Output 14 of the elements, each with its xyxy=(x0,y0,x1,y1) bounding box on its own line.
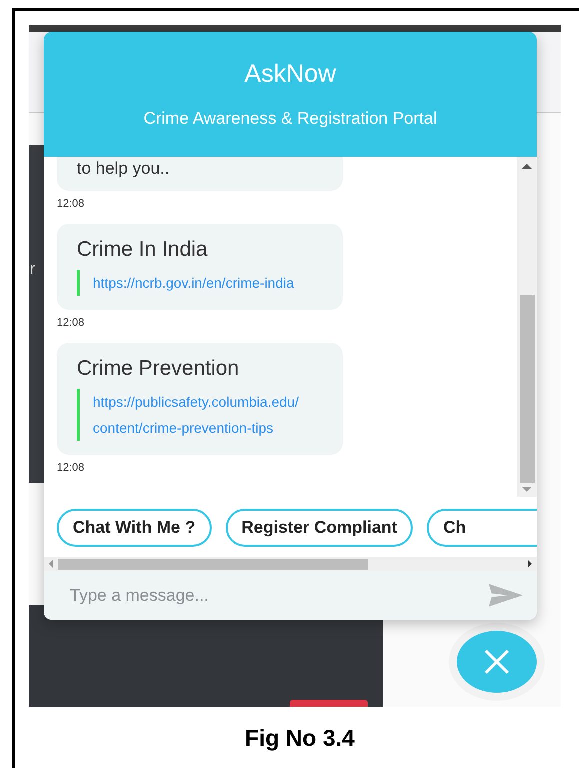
quick-reply-button[interactable]: Register Compliant xyxy=(226,509,414,547)
message-text: to help you.. xyxy=(77,159,170,178)
message-time: 12:08 xyxy=(57,198,86,210)
quick-reply-button[interactable]: Chat With Me ? xyxy=(57,509,212,547)
chat-title: AskNow xyxy=(244,60,336,89)
quick-reply-button[interactable]: Ch xyxy=(427,509,537,547)
figure-caption: Fig No 3.4 xyxy=(244,725,356,752)
chat-subtitle: Crime Awareness & Registration Portal xyxy=(144,109,438,129)
message-input[interactable]: Type a message... xyxy=(44,571,537,620)
link-title: Crime In India xyxy=(77,238,209,262)
message-time: 12:08 xyxy=(57,317,86,329)
panel-text: r xyxy=(30,261,36,279)
link-title: Crime Prevention xyxy=(77,357,240,381)
message-time: 12:08 xyxy=(57,462,86,474)
